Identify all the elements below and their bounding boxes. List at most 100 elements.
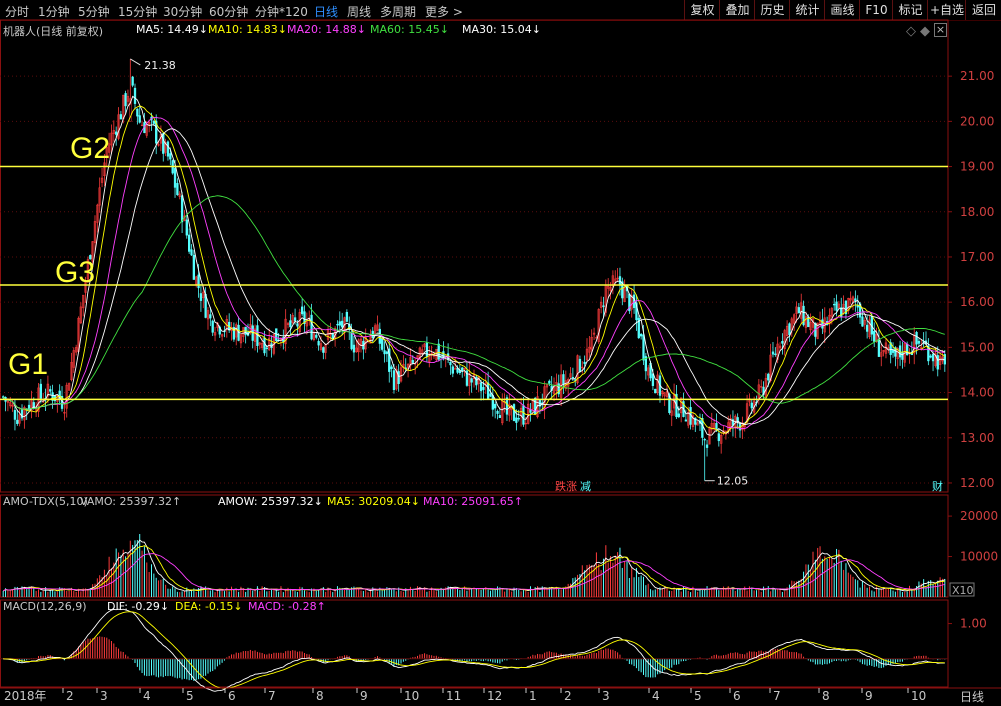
candle-body — [891, 350, 895, 353]
diamond-filled-icon[interactable]: ◆ — [920, 24, 930, 39]
candle-body — [512, 404, 516, 422]
candle-body — [199, 293, 203, 301]
candle-body — [390, 366, 393, 370]
candle-body — [774, 353, 777, 355]
candle-body — [486, 382, 490, 399]
candle-body — [152, 120, 155, 124]
candle-body — [188, 234, 191, 252]
candle-body — [651, 373, 655, 386]
volume-ma10-value: MA10: 25091.65↑ — [423, 495, 523, 508]
candle-body — [449, 361, 452, 366]
event-marker-event2: 涨 — [566, 480, 577, 493]
candle-body — [705, 444, 709, 448]
candle-body — [454, 368, 457, 370]
ma20-value: MA20: 14.88↓ — [287, 23, 366, 36]
candle-body — [397, 371, 400, 384]
price-tick-label: 13.00 — [960, 431, 994, 445]
x-axis-label: 2 — [66, 689, 74, 703]
low-label: 12.05 — [717, 475, 749, 488]
volume-ma5-value: MA5: 30209.04↓ — [327, 495, 420, 508]
main-panel-frame — [0, 19, 949, 493]
candle-body — [642, 334, 645, 361]
macd-header: MACD(12,26,9) DIF: -0.29↓ DEA: -0.15↓ MA… — [0, 600, 948, 614]
candle-body — [16, 419, 19, 424]
candle-body — [901, 352, 904, 360]
dea-line — [3, 611, 945, 689]
stock-title: 机器人(日线 前复权) — [3, 25, 104, 38]
diamond-icon[interactable]: ◇ — [906, 24, 916, 39]
candle-body — [425, 342, 429, 357]
candle-body — [185, 219, 188, 236]
x-axis-label: 8 — [316, 689, 324, 703]
candle-body — [639, 333, 643, 337]
candle-body — [131, 76, 134, 86]
candle-body — [517, 418, 520, 420]
candle-body — [548, 380, 551, 384]
x-axis-label: 6 — [733, 689, 741, 703]
vamo-value: VAMO: 25397.32↑ — [80, 495, 182, 508]
candle-body — [833, 303, 836, 306]
x-axis-label: 3 — [602, 689, 610, 703]
candle-body — [654, 388, 657, 394]
candle-body — [265, 347, 268, 349]
macd-indicator-name: MACD(12,26,9) — [3, 600, 87, 613]
x-axis-label: 4 — [652, 689, 660, 703]
volume-header: AMO-TDX(5,10) VAMO: 25397.32↑ AMOW: 2539… — [0, 495, 948, 509]
volume-tick-label: 20000 — [960, 509, 998, 523]
candle-body — [383, 350, 386, 355]
candle-body — [515, 417, 518, 423]
ma60-value: MA60: 15.45↓ — [370, 23, 449, 36]
candle-body — [392, 370, 396, 390]
x-axis-label: 9 — [865, 689, 873, 703]
candle-body — [338, 321, 341, 326]
candle-body — [381, 338, 384, 350]
close-icon[interactable]: × — [934, 23, 947, 37]
candle-body — [39, 383, 42, 399]
candle-body — [571, 377, 575, 379]
amow-value: AMOW: 25397.32↓ — [218, 495, 323, 508]
candle-body — [936, 355, 939, 370]
candle-body — [162, 133, 165, 154]
candle-body — [771, 351, 775, 355]
candle-body — [821, 319, 824, 329]
candle-body — [496, 410, 499, 414]
x-axis-label: 6 — [228, 689, 236, 703]
candle-body — [293, 317, 297, 322]
event-marker-event3: 减 — [580, 480, 591, 493]
candle-body — [715, 423, 718, 429]
ma30-value: MA30: 15.04↓ — [462, 23, 541, 36]
candle-body — [345, 311, 349, 322]
x-axis-label: 9 — [360, 689, 368, 703]
candle-body — [209, 314, 212, 319]
x-axis-label: 2 — [564, 689, 572, 703]
dea-value: DEA: -0.15↓ — [175, 600, 243, 613]
macd-tick-label: 1.00 — [960, 617, 987, 631]
ma10-value: MA10: 14.83↓ — [208, 23, 287, 36]
candle-body — [835, 301, 838, 311]
candle-body — [917, 340, 921, 344]
candle-body — [856, 305, 859, 308]
candle-body — [13, 410, 17, 420]
candle-body — [296, 323, 299, 327]
candle-body — [124, 93, 127, 107]
candle-body — [317, 341, 320, 346]
price-tick-label: 16.00 — [960, 295, 994, 309]
candle-body — [385, 351, 389, 354]
candle-body — [494, 403, 497, 409]
candle-body — [341, 320, 344, 328]
candle-body — [684, 419, 688, 422]
price-tick-label: 20.00 — [960, 114, 994, 128]
price-tick-label: 17.00 — [960, 250, 994, 264]
candle-body — [136, 108, 139, 117]
x-axis-label: 1 — [529, 689, 537, 703]
candle-body — [915, 332, 918, 345]
candle-body — [133, 87, 137, 104]
x-axis-label: 3 — [100, 689, 108, 703]
candle-body — [461, 367, 464, 371]
candle-body — [119, 114, 123, 120]
candle-body — [138, 115, 141, 123]
candle-body — [211, 320, 214, 333]
candle-body — [797, 307, 801, 314]
price-tick-label: 19.00 — [960, 160, 994, 174]
candle-body — [173, 168, 177, 188]
